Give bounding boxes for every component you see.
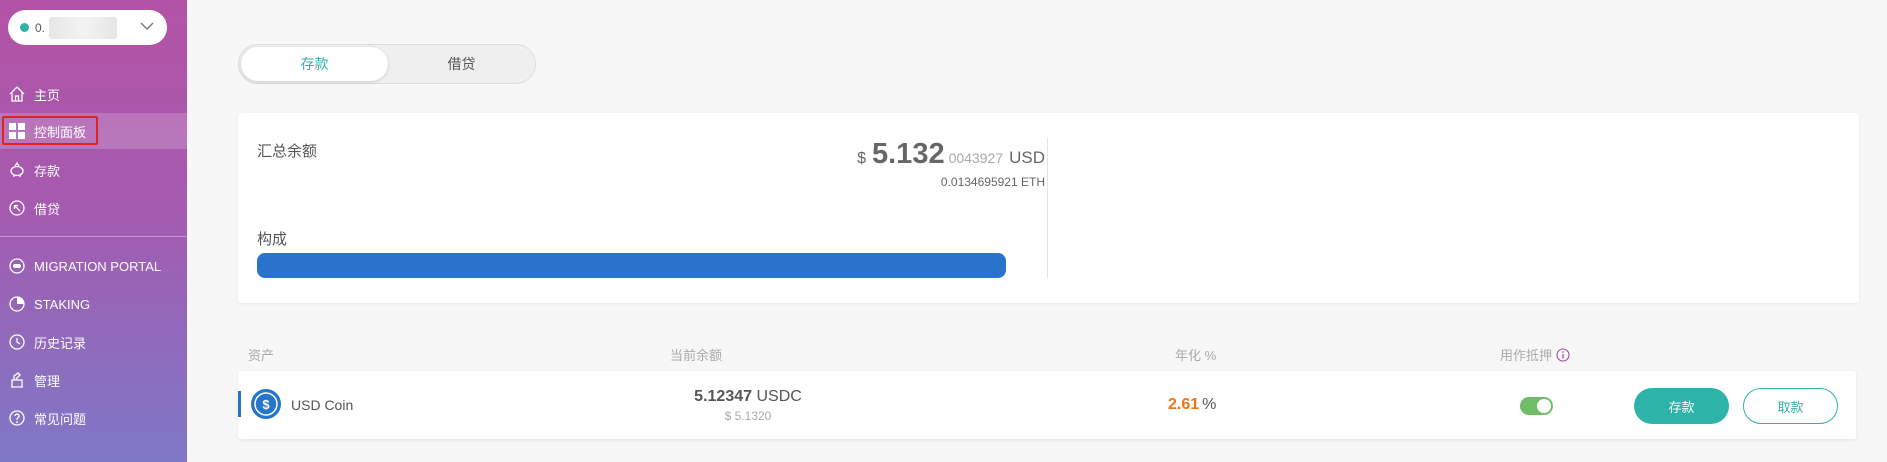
- apy-number: 2.61: [1168, 396, 1200, 413]
- sidebar-item-manage[interactable]: 管理: [0, 362, 187, 398]
- question-icon: [8, 409, 26, 427]
- svg-text:$: $: [262, 397, 270, 412]
- sidebar-item-history[interactable]: 历史记录: [0, 324, 187, 360]
- balance-decimals: 0043927: [948, 150, 1004, 166]
- migration-icon: [8, 257, 26, 275]
- header-apy: 年化 %: [1175, 348, 1217, 363]
- apy-value: 2.61%: [1168, 396, 1216, 414]
- summary-card: 汇总余额 $ 5.132 0043927 USD 0.0134695921 ET…: [238, 113, 1859, 303]
- collateral-toggle[interactable]: [1520, 397, 1553, 415]
- selection-highlight: [2, 116, 98, 145]
- home-icon: [8, 85, 26, 103]
- header-asset: 资产: [248, 348, 275, 363]
- piggy-bank-icon: [8, 161, 26, 179]
- sidebar-item-label: MIGRATION PORTAL: [34, 258, 162, 274]
- borrow-icon: [8, 199, 26, 217]
- sidebar-divider: [0, 236, 187, 237]
- wallet-selector[interactable]: 0.: [8, 10, 167, 45]
- sidebar-item-label: STAKING: [34, 296, 91, 312]
- header-collateral-label: 用作抵押: [1500, 348, 1553, 363]
- tab-borrow[interactable]: 借贷: [388, 47, 535, 81]
- balance-usd: $ 5.1320: [724, 409, 772, 423]
- header-balance: 当前余额: [670, 348, 723, 363]
- sidebar-item-staking[interactable]: STAKING: [0, 286, 187, 322]
- usdc-coin-icon: $: [251, 389, 281, 419]
- sidebar-item-home[interactable]: 主页: [0, 76, 187, 112]
- manage-icon: [8, 371, 26, 389]
- sidebar-item-faq[interactable]: 常见问题: [0, 400, 187, 436]
- card-divider: [1047, 137, 1048, 279]
- tab-deposit[interactable]: 存款: [241, 47, 388, 81]
- deposit-borrow-tabs: 存款 借贷: [238, 44, 536, 84]
- deposit-button[interactable]: 存款: [1634, 388, 1729, 424]
- staking-icon: [8, 295, 26, 313]
- balance-amount: 5.12347: [694, 388, 753, 405]
- composition-label: 构成: [257, 231, 288, 248]
- total-balance: $ 5.132 0043927 USD: [857, 138, 1045, 171]
- balance-unit: USDC: [756, 388, 802, 405]
- eth-balance: 0.0134695921 ETH: [940, 175, 1045, 189]
- sidebar-item-label: 借贷: [34, 201, 61, 217]
- withdraw-button[interactable]: 取款: [1743, 388, 1838, 424]
- chevron-down-icon: [140, 22, 154, 30]
- status-dot: [20, 23, 29, 32]
- total-balance-label: 汇总余额: [257, 143, 318, 160]
- balance-main: 5.132: [872, 138, 945, 170]
- sidebar: 0. 主页 控制面板 存款 借贷 MIGRATION PORTAL STAKIN…: [0, 0, 187, 462]
- info-icon[interactable]: [1556, 348, 1570, 362]
- wallet-address-redacted: [49, 16, 118, 39]
- composition-bar: [257, 253, 1006, 278]
- header-collateral: 用作抵押: [1500, 345, 1570, 364]
- sidebar-item-label: 存款: [34, 163, 61, 179]
- asset-name: USD Coin: [291, 397, 354, 413]
- history-icon: [8, 333, 26, 351]
- toggle-knob: [1537, 399, 1551, 413]
- row-accent: [238, 391, 241, 417]
- sidebar-item-borrow[interactable]: 借贷: [0, 190, 187, 226]
- wallet-address: 0.: [35, 20, 46, 35]
- sidebar-item-label: 主页: [34, 87, 61, 103]
- current-balance: 5.12347 USDC $ 5.1320: [638, 388, 858, 423]
- currency-symbol: $: [857, 150, 866, 167]
- apy-unit: %: [1202, 396, 1217, 413]
- sidebar-item-label: 历史记录: [34, 335, 87, 351]
- sidebar-item-migration-portal[interactable]: MIGRATION PORTAL: [0, 248, 187, 284]
- table-row[interactable]: $ USD Coin 5.12347 USDC $ 5.1320 2.61% 存…: [238, 371, 1856, 439]
- sidebar-item-label: 管理: [34, 373, 61, 389]
- sidebar-item-label: 常见问题: [34, 411, 87, 427]
- balance-unit: USD: [1009, 148, 1045, 167]
- sidebar-item-deposit[interactable]: 存款: [0, 152, 187, 188]
- sidebar-item-dashboard[interactable]: 控制面板: [0, 113, 187, 149]
